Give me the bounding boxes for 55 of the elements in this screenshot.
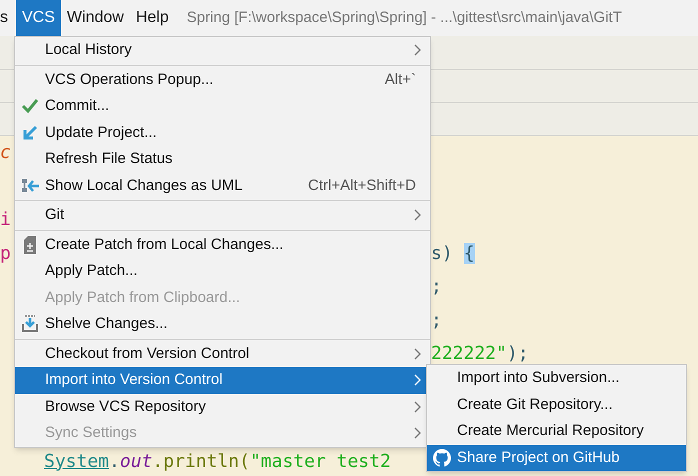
menu-item-label: Create Mercurial Repository — [457, 421, 645, 441]
menu-bar-item[interactable]: s — [0, 0, 16, 36]
menu-item[interactable]: Create Mercurial Repository — [427, 418, 686, 444]
code-line: System.out.println("master test2 — [44, 450, 391, 474]
menu-item[interactable]: Git — [15, 202, 430, 228]
menu-item[interactable]: Share Project on GitHub — [427, 444, 686, 471]
menu-item-label: Create Git Repository... — [457, 394, 614, 414]
menu-item-label: Create Patch from Local Changes... — [45, 234, 284, 254]
menu-item[interactable]: Show Local Changes as UML Ctrl+Alt+Shift+D — [15, 172, 430, 199]
menu-item[interactable]: Update Project... — [15, 120, 430, 146]
menu-item[interactable]: Browse VCS Repository — [15, 394, 430, 420]
menu-item[interactable]: Create Patch from Local Changes... — [15, 232, 430, 258]
menu-item[interactable]: Checkout from Version Control — [15, 340, 430, 367]
menu-item-label: Apply Patch... — [45, 261, 139, 281]
github-icon — [433, 448, 451, 467]
menu-item-label: Import into Subversion... — [457, 368, 621, 388]
menu-bar-item[interactable]: Window — [60, 0, 130, 36]
menu-item[interactable]: Import into Subversion... — [427, 365, 686, 392]
menu-bar-item[interactable]: Help — [130, 0, 175, 36]
shortcut-text: Ctrl+Alt+Shift+D — [308, 176, 416, 196]
code-fragment: i — [0, 208, 11, 232]
menu-item-label: Local History — [45, 40, 133, 60]
shortcut-text: Alt+` — [384, 70, 416, 90]
code-fragment: ; — [431, 275, 442, 300]
menu-item-label: Share Project on GitHub — [457, 448, 621, 468]
menu-item-label: Refresh File Status — [45, 149, 174, 169]
menu-item-label: VCS Operations Popup... — [45, 70, 214, 90]
menu-item-label: Browse VCS Repository — [45, 396, 207, 416]
diagram-icon — [20, 176, 40, 195]
arrow-icon — [22, 124, 38, 141]
menu-item[interactable]: Create Git Repository... — [427, 392, 686, 418]
code-fragment: p — [0, 242, 11, 266]
menu-item-label: Checkout from Version Control — [45, 344, 250, 364]
menu-bar-item[interactable]: VCS — [16, 0, 61, 36]
menu-item-label: Show Local Changes as UML — [45, 176, 244, 196]
menu-item[interactable]: VCS Operations Popup... Alt+` — [15, 66, 430, 93]
download-tray-icon — [21, 315, 39, 334]
code-fragment: 222222"); — [431, 342, 529, 366]
menu-item[interactable]: Commit... — [15, 93, 430, 120]
window-title: Spring [F:\workspace\Spring\Spring] - ...\gittest\src\main\java\GitT — [186, 8, 622, 28]
menu-item-label: Import into Version Control — [45, 370, 224, 390]
menu-item[interactable]: Apply Patch... — [15, 258, 430, 284]
code-fragment: c — [0, 141, 11, 166]
menu-item-label: Commit... — [45, 96, 110, 116]
code-fragment: s) { — [431, 242, 475, 266]
document-icon — [23, 236, 37, 254]
menu-item[interactable]: Refresh File Status — [15, 146, 430, 172]
menu-item-label: Update Project... — [45, 122, 158, 142]
check-icon — [21, 98, 39, 114]
menu-item-label: Git — [45, 205, 66, 225]
menu-item-label: Sync Settings — [45, 423, 138, 443]
menu-item-label: Apply Patch from Clipboard... — [45, 288, 242, 308]
menu-item-label: Shelve Changes... — [45, 314, 169, 334]
menu-item[interactable]: Shelve Changes... — [15, 311, 430, 338]
code-fragment: ; — [431, 308, 442, 333]
